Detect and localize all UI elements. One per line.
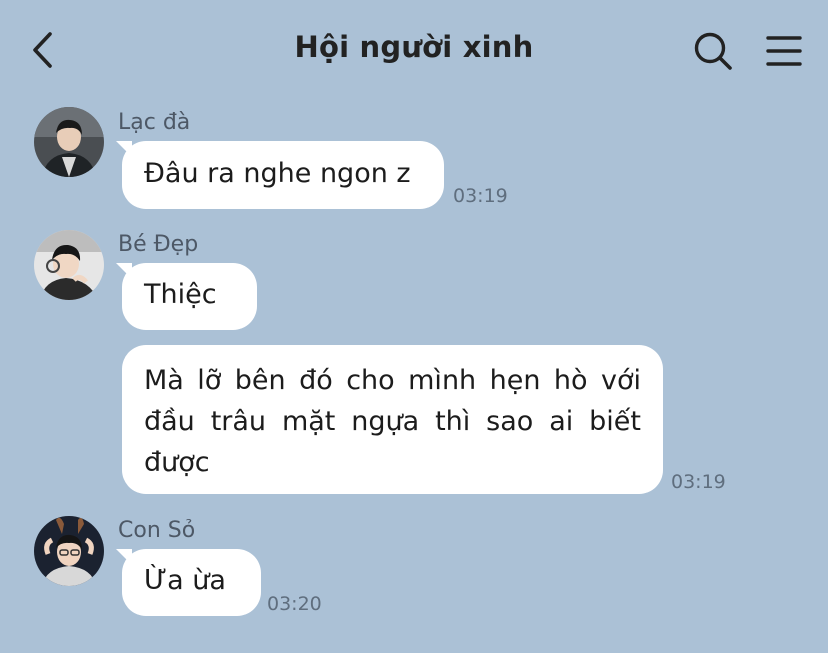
message-bubble[interactable]: Đâu ra nghe ngon z — [116, 141, 444, 209]
sender-name: Lạc đà — [118, 110, 191, 135]
message-text: Ừa ừa — [144, 565, 226, 596]
sender-name: Bé Đẹp — [118, 232, 199, 257]
message-time: 03:20 — [267, 593, 322, 615]
message-bubble[interactable]: Ừa ừa — [116, 549, 261, 616]
message-text: Đâu ra nghe ngon z — [144, 158, 411, 189]
avatar[interactable] — [34, 230, 104, 300]
sender-name: Con Sỏ — [118, 518, 196, 543]
avatar[interactable] — [34, 107, 104, 177]
message-bubble[interactable]: Mà lỡ bên đó cho mình hẹn hò với đầu trâ… — [122, 345, 663, 494]
message-text: Mà lỡ bên đó cho mình hẹn hò với đầu trâ… — [144, 365, 641, 478]
message-time: 03:19 — [671, 471, 726, 493]
message-time: 03:19 — [453, 185, 508, 207]
message-bubble[interactable]: Thiệc — [116, 263, 257, 330]
search-icon — [694, 32, 732, 70]
chat-header: Hội người xinh — [0, 0, 828, 100]
avatar[interactable] — [34, 516, 104, 586]
message-text: Thiệc — [144, 279, 217, 310]
menu-button[interactable] — [764, 32, 804, 70]
search-button[interactable] — [692, 30, 734, 72]
hamburger-menu-icon — [766, 36, 802, 66]
